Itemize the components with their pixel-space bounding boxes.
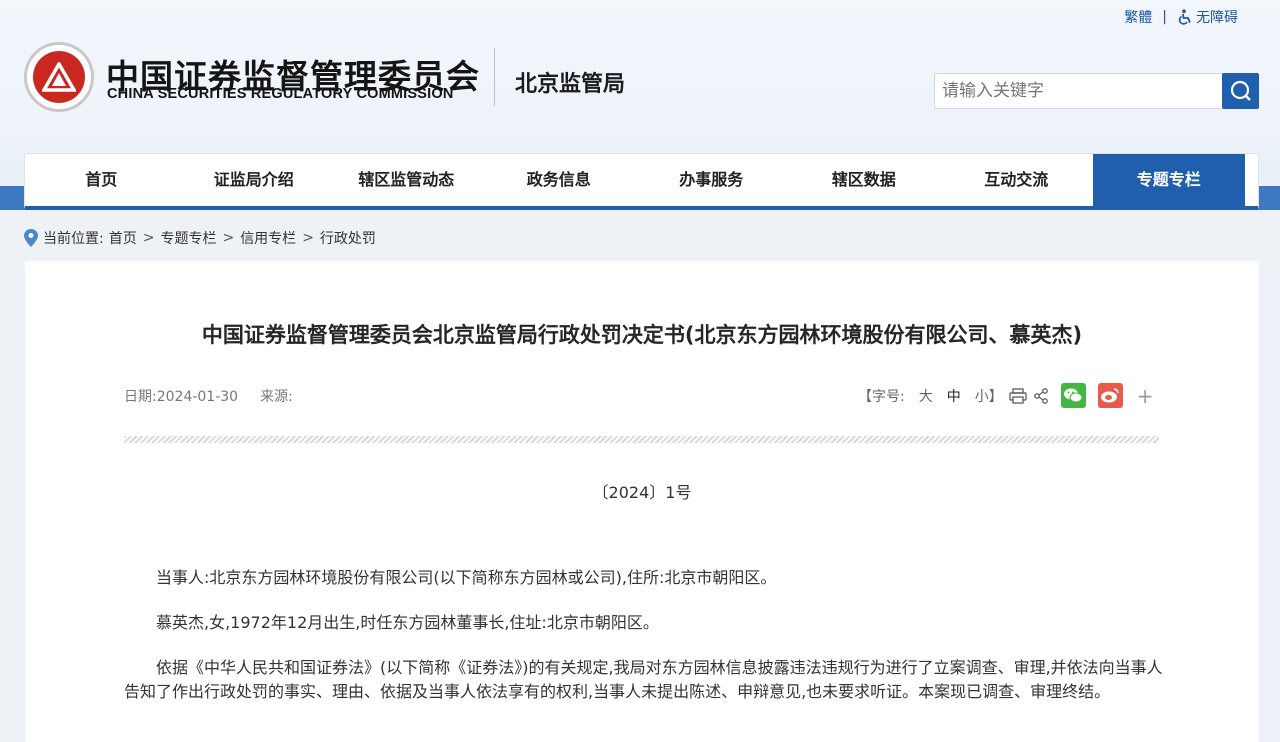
breadcrumb-separator: > [302,230,314,246]
weibo-share-button[interactable] [1097,383,1123,408]
article-date: 日期:2024-01-30 [124,389,239,405]
document-number: 〔2024〕1号 [592,483,692,502]
font-size-medium[interactable]: 中 [947,386,961,406]
search-input[interactable]: 请输入关键字 [934,73,1224,109]
title-divider [124,436,1159,443]
location-pin-icon [24,229,38,247]
share-button[interactable] [1033,387,1049,404]
brand-divider [494,48,495,106]
nav-item-gov-info[interactable]: 政务信息 [483,154,636,206]
breadcrumb-prefix: 当前位置: [43,231,104,247]
font-size-small[interactable]: 小】 [975,386,1003,406]
article-tools: 【字号: 大 中 小】 + [858,383,1153,408]
article-title: 中国证券监督管理委员会北京监管局行政处罚决定书(北京东方园林环境股份有限公司、慕… [201,323,1083,347]
csrc-logo[interactable] [24,42,94,112]
print-button[interactable] [1009,387,1027,404]
wechat-icon [1064,388,1083,403]
logo-mark-icon [42,62,76,92]
logo-emblem [33,51,85,103]
nav-item-about[interactable]: 证监局介绍 [178,154,331,206]
breadcrumb-credit[interactable]: 信用专栏 [240,228,296,248]
article-paragraph: 依据《中华人民共和国证券法》(以下简称《证券法》)的有关规定,我局对东方园林信息… [124,658,1163,701]
accessibility-link[interactable]: 无障碍 [1177,7,1238,27]
nav-item-special-topics[interactable]: 专题专栏 [1092,154,1245,206]
nav-item-data[interactable]: 辖区数据 [788,154,941,206]
article-source: 来源: [260,389,293,405]
font-size-large[interactable]: 大 [919,386,933,406]
nav-item-regulation-news[interactable]: 辖区监管动态 [330,154,483,206]
breadcrumb-penalties[interactable]: 行政处罚 [320,228,376,248]
more-share-button[interactable]: + [1137,384,1154,408]
article-paragraph: 当事人:北京东方园林环境股份有限公司(以下简称东方园林或公司),住所:北京市朝阳… [156,568,777,587]
article-meta: 日期:2024-01-30 来源: [124,386,293,406]
search-button[interactable] [1222,73,1259,109]
print-icon [1009,387,1027,404]
article-paragraph: 慕英杰,女,1972年12月出生,时任东方园林董事长,住址:北京市朝阳区。 [156,613,659,632]
accessibility-label: 无障碍 [1196,10,1238,26]
bureau-name: 北京监管局 [515,72,626,97]
traditional-chinese-link[interactable]: 繁體 [1124,7,1152,27]
brand-name-en: CHINA SECURITIES REGULATORY COMMISSION [107,86,454,102]
breadcrumb-separator: > [222,230,235,246]
breadcrumb-special-topics[interactable]: 专题专栏 [160,228,216,248]
article-container: 中国证券监督管理委员会北京监管局行政处罚决定书(北京东方园林环境股份有限公司、慕… [25,261,1259,742]
share-icon [1033,387,1048,404]
nav-item-home[interactable]: 首页 [25,154,178,206]
main-nav: 首页 证监局介绍 辖区监管动态 政务信息 办事服务 辖区数据 互动交流 专题专栏 [24,153,1259,210]
top-links-separator: | [1162,9,1167,25]
weibo-icon [1101,388,1120,403]
wheelchair-icon [1178,9,1191,25]
nav-item-services[interactable]: 办事服务 [635,154,788,206]
font-size-label: 【字号: [858,388,905,405]
breadcrumb: 当前位置: 首页 > 专题专栏 > 信用专栏 > 行政处罚 [24,228,376,248]
wechat-share-button[interactable] [1060,383,1086,408]
breadcrumb-home[interactable]: 首页 [109,228,137,248]
breadcrumb-separator: > [142,230,155,246]
search-icon [1230,80,1251,101]
top-links: 繁體 | 无障碍 [1124,7,1238,27]
nav-item-interaction[interactable]: 互动交流 [940,154,1093,206]
